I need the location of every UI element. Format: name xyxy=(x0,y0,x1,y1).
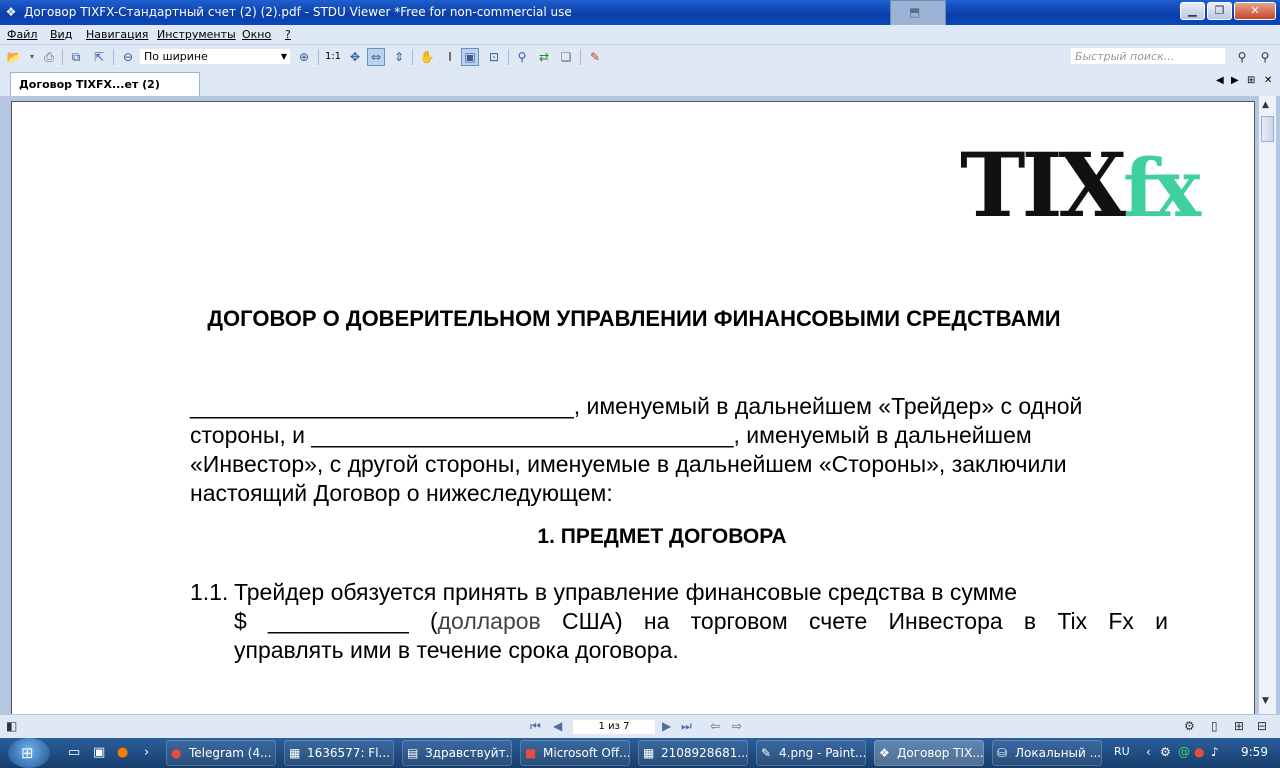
fit-width-icon[interactable]: ⇔ xyxy=(367,48,385,66)
page-number-field[interactable]: 1 из 7 xyxy=(572,719,656,735)
zoom-out-icon[interactable]: ⊖ xyxy=(119,48,137,66)
status-bar: ◧ ⏮ ◀ 1 из 7 ▶ ⏭ ⇦ ⇨ ⚙ ▯ ⊞ ⊟ xyxy=(0,714,1280,738)
language-indicator[interactable]: RU xyxy=(1114,745,1130,758)
text-select-icon[interactable]: Ⅰ xyxy=(441,48,459,66)
clock[interactable]: 9:59 xyxy=(1241,745,1268,759)
intro-line-3: «Инвестор», с другой стороны, именуемые … xyxy=(190,451,1067,477)
highlight-icon[interactable]: ✎ xyxy=(586,48,604,66)
window-title: Договор TIXFX-Стандартный счет (2) (2).p… xyxy=(24,5,572,19)
taskbar-item-stdu[interactable]: ❖ Договор TIX... xyxy=(874,740,984,766)
antivirus-icon[interactable]: @ xyxy=(1178,745,1190,759)
menu-bar: Файл Вид Навигация Инструменты Окно ? xyxy=(0,25,1280,45)
floating-panel-icon[interactable]: ⬒ xyxy=(890,0,946,26)
taskbar-item-local[interactable]: ⛁ Локальный ... xyxy=(992,740,1102,766)
sync-icon[interactable]: ⇄ xyxy=(535,48,553,66)
export-icon[interactable]: ⇱ xyxy=(90,48,108,66)
tab-list-icon[interactable]: ⊞ xyxy=(1247,75,1255,86)
chevron-right-icon[interactable]: › xyxy=(144,745,149,760)
intro-line-2: стороны, и _____________________________… xyxy=(190,422,1032,448)
actual-size-button[interactable]: 1:1 xyxy=(324,48,342,66)
search-icon[interactable]: ⚲ xyxy=(1233,48,1251,66)
scroll-thumb[interactable] xyxy=(1261,116,1274,142)
intro-line-4: настоящий Договор о нижеследующем: xyxy=(190,480,613,506)
menu-view[interactable]: Вид xyxy=(50,28,72,41)
windows-logo-icon: ⊞ xyxy=(21,744,34,762)
system-tray: RU ‹ ⚙ @ ● ♪ 9:59 xyxy=(1108,738,1280,768)
two-page-view-icon[interactable]: ⊞ xyxy=(1234,719,1244,733)
chevron-down-icon: ▼ xyxy=(280,52,287,61)
telegram-tray-icon[interactable]: ● xyxy=(1194,745,1204,759)
tray-expand-icon[interactable]: ‹ xyxy=(1146,745,1151,759)
zoom-select[interactable]: По ширине ▼ xyxy=(139,48,291,65)
tixfx-logo: TIXfx xyxy=(960,133,1201,237)
open-folder-icon[interactable]: 📂 xyxy=(5,48,23,66)
menu-help[interactable]: ? xyxy=(285,28,291,41)
title-bar: ❖ Договор TIXFX-Стандартный счет (2) (2)… xyxy=(0,0,1280,26)
prev-page-icon[interactable]: ◀ xyxy=(553,719,562,733)
clause-line-3: управлять ими в течение срока договора. xyxy=(234,637,679,663)
copy-page-icon[interactable]: ⧉ xyxy=(67,48,85,66)
volume-icon[interactable]: ♪ xyxy=(1211,745,1219,759)
zoom-select-value: По ширине xyxy=(144,50,208,63)
single-page-view-icon[interactable]: ▯ xyxy=(1211,719,1218,733)
find-icon[interactable]: ⚲ xyxy=(513,48,531,66)
menu-navigation[interactable]: Навигация xyxy=(86,28,148,41)
taskbar: ⊞ ▭ ▣ ● › ● Telegram (4... ▦ 1636577: Fl..… xyxy=(0,738,1280,768)
settings-icon[interactable]: ⚙ xyxy=(1184,719,1195,733)
zoom-in-icon[interactable]: ⊕ xyxy=(295,48,313,66)
taskbar-item-telegram[interactable]: ● Telegram (4... xyxy=(166,740,276,766)
taskbar-item-paint[interactable]: ✎ 4.png - Paint... xyxy=(756,740,866,766)
tab-next-icon[interactable]: ▶ xyxy=(1231,75,1239,86)
app-icon: ❖ xyxy=(5,5,17,19)
tab-close-icon[interactable]: ✕ xyxy=(1264,75,1272,86)
fit-page-icon[interactable]: ✥ xyxy=(346,48,364,66)
show-desktop-icon[interactable]: ▭ xyxy=(68,745,80,760)
fit-height-icon[interactable]: ⇕ xyxy=(390,48,408,66)
sidebar-toggle-icon[interactable]: ◧ xyxy=(6,719,17,733)
print-icon[interactable]: ⎙ xyxy=(40,48,58,66)
minimize-button[interactable]: ▁ xyxy=(1180,2,1205,20)
maximize-button[interactable]: ❐ xyxy=(1207,2,1232,20)
tab-prev-icon[interactable]: ◀ xyxy=(1216,75,1224,86)
taskbar-item-browser[interactable]: ▤ Здравствуйт... xyxy=(402,740,512,766)
menu-window[interactable]: Окно xyxy=(242,28,271,41)
clause-line-2: $ ___________ (долларов США) на торговом… xyxy=(234,608,1169,634)
tab-bar: Договор TIXFX...ет (2) (2).pdf ◀ ▶ ⊞ ✕ xyxy=(0,69,1280,114)
grid-view-icon[interactable]: ⊟ xyxy=(1257,719,1267,733)
intro-line-1: ______________________________, именуемы… xyxy=(190,393,1083,419)
taskbar-item-image[interactable]: ▦ 2108928681... xyxy=(638,740,748,766)
back-icon[interactable]: ⇦ xyxy=(710,719,720,733)
save-icon[interactable]: ▣ xyxy=(93,745,105,760)
clause-line-1: Трейдер обязуется принять в управление ф… xyxy=(234,579,1017,605)
next-page-icon[interactable]: ▶ xyxy=(662,719,671,733)
pdf-page: TIXfx ДОГОВОР О ДОВЕРИТЕЛЬНОМ УПРАВЛЕНИИ… xyxy=(11,101,1255,714)
section-heading: 1. ПРЕДМЕТ ДОГОВОРА xyxy=(537,525,787,548)
forward-icon[interactable]: ⇨ xyxy=(732,719,742,733)
network-icon[interactable]: ⚙ xyxy=(1160,745,1171,759)
snapshot-icon[interactable]: ⊡ xyxy=(485,48,503,66)
first-page-icon[interactable]: ⏮ xyxy=(530,719,541,734)
close-button[interactable]: ✕ xyxy=(1234,2,1276,20)
pages-icon[interactable]: ❏ xyxy=(557,48,575,66)
document-viewport: TIXfx ДОГОВОР О ДОВЕРИТЕЛЬНОМ УПРАВЛЕНИИ… xyxy=(0,96,1280,714)
taskbar-item-fl[interactable]: ▦ 1636577: Fl... xyxy=(284,740,394,766)
tab-document[interactable]: Договор TIXFX...ет (2) (2).pdf xyxy=(10,72,200,114)
image-select-icon[interactable]: ▣ xyxy=(461,48,479,66)
clause-number: 1.1. xyxy=(190,579,229,605)
hand-tool-icon[interactable]: ✋ xyxy=(418,48,436,66)
start-button[interactable]: ⊞ xyxy=(8,738,50,768)
open-dropdown-icon[interactable]: ▾ xyxy=(23,48,41,66)
taskbar-item-office[interactable]: ■ Microsoft Off... xyxy=(520,740,630,766)
contract-title: ДОГОВОР О ДОВЕРИТЕЛЬНОМ УПРАВЛЕНИИ ФИНАН… xyxy=(207,306,1061,331)
scroll-down-icon[interactable]: ▼ xyxy=(1262,696,1269,706)
search-options-icon[interactable]: ⚲ xyxy=(1256,48,1274,66)
scroll-up-icon[interactable]: ▲ xyxy=(1262,100,1269,110)
last-page-icon[interactable]: ⏭ xyxy=(681,719,692,734)
firefox-icon[interactable]: ● xyxy=(117,745,128,760)
menu-tools[interactable]: Инструменты xyxy=(157,28,236,41)
quick-search-input[interactable]: Быстрый поиск... xyxy=(1070,47,1226,65)
vertical-scrollbar[interactable]: ▲ ▼ xyxy=(1259,96,1276,714)
menu-file[interactable]: Файл xyxy=(7,28,37,41)
